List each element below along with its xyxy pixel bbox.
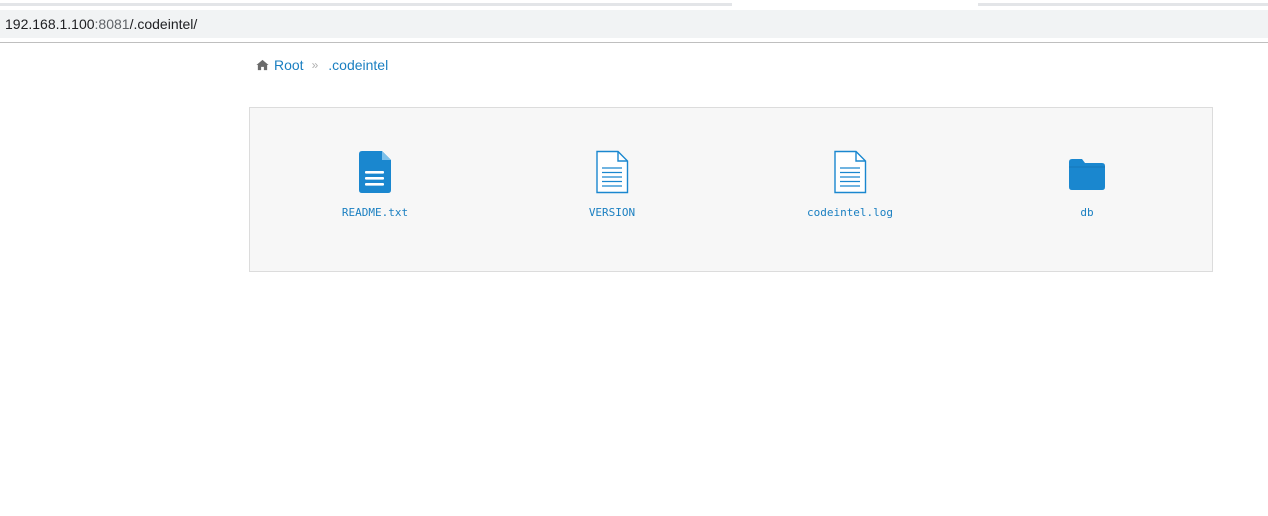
url-path: /.codeintel/ bbox=[129, 16, 198, 32]
file-name: VERSION bbox=[588, 206, 636, 219]
url-host: 192.168.1.100 bbox=[5, 16, 95, 32]
url-text[interactable]: 192.168.1.100:8081/.codeintel/ bbox=[5, 16, 197, 32]
breadcrumb: Root » .codeintel bbox=[256, 56, 388, 74]
file-name: codeintel.log bbox=[806, 206, 894, 219]
address-divider bbox=[0, 42, 1268, 43]
folder-icon bbox=[1069, 159, 1105, 190]
file-item-version[interactable]: VERSION bbox=[527, 150, 697, 219]
tab-strip-left bbox=[0, 3, 732, 6]
file-name: db bbox=[1080, 206, 1094, 219]
document-outline-icon bbox=[834, 150, 867, 194]
home-icon bbox=[256, 59, 269, 71]
url-port: :8081 bbox=[94, 16, 130, 32]
file-item-readme[interactable]: README.txt bbox=[290, 150, 460, 219]
breadcrumb-root-link[interactable]: Root bbox=[274, 57, 304, 73]
tab-strip bbox=[0, 0, 1268, 10]
address-bar[interactable]: 192.168.1.100:8081/.codeintel/ bbox=[0, 10, 1268, 38]
tab-strip-right bbox=[978, 3, 1268, 6]
breadcrumb-separator: » bbox=[311, 58, 319, 72]
file-item-codeintel-log[interactable]: codeintel.log bbox=[765, 150, 935, 219]
file-item-db-folder[interactable]: db bbox=[1002, 150, 1172, 219]
file-grid-panel: README.txt VERSION codeintel.log db bbox=[249, 107, 1213, 272]
document-outline-icon bbox=[596, 150, 629, 194]
file-name: README.txt bbox=[341, 206, 409, 219]
document-filled-icon bbox=[359, 151, 391, 193]
breadcrumb-current[interactable]: .codeintel bbox=[328, 57, 388, 73]
